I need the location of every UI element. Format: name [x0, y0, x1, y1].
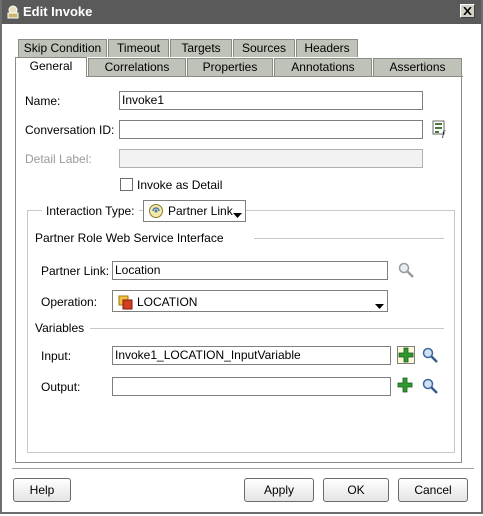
interaction-type-label: Interaction Type:	[42, 204, 139, 218]
search-icon[interactable]	[421, 377, 439, 395]
title-bar[interactable]: Edit Invoke	[2, 0, 481, 24]
edit-invoke-dialog: Edit Invoke Skip Condition Timeout Targe…	[0, 0, 483, 514]
detail-label-label: Detail Label:	[25, 152, 92, 166]
tab-label: Properties	[202, 60, 258, 74]
operation-value: LOCATION	[137, 295, 198, 309]
partner-link-label: Partner Link:	[41, 264, 110, 278]
tab-headers[interactable]: Headers	[296, 39, 358, 57]
variables-section-title: Variables	[35, 321, 85, 335]
tab-label: Annotations	[291, 60, 355, 74]
interaction-type-dropdown[interactable]: Partner Link	[143, 200, 246, 222]
operation-dropdown[interactable]: LOCATION	[112, 290, 388, 312]
plus-icon	[398, 347, 414, 363]
tab-label: General	[29, 59, 73, 73]
help-button[interactable]: Help	[13, 478, 71, 502]
section-divider	[90, 328, 444, 329]
tab-targets[interactable]: Targets	[170, 39, 232, 57]
tab-label: Headers	[304, 41, 350, 55]
input-label: Input:	[41, 349, 72, 363]
svg-text:f: f	[442, 129, 446, 138]
chevron-down-icon	[375, 299, 384, 313]
partner-link-field[interactable]: Location	[112, 261, 388, 280]
invoke-as-detail-checkbox[interactable]	[120, 178, 133, 191]
ok-button[interactable]: OK	[323, 478, 389, 502]
close-button[interactable]	[460, 4, 475, 18]
operation-label: Operation:	[41, 295, 98, 309]
close-icon	[463, 7, 472, 15]
operation-icon	[117, 294, 133, 313]
interaction-type-value: Partner Link	[168, 204, 233, 218]
add-input-variable-button[interactable]	[397, 346, 415, 364]
apply-button[interactable]: Apply	[244, 478, 314, 502]
plus-icon	[397, 377, 413, 393]
tab-sources[interactable]: Sources	[233, 39, 295, 57]
partner-role-section-title: Partner Role Web Service Interface	[35, 231, 224, 245]
tab-label: Timeout	[117, 41, 160, 55]
input-variable-field[interactable]: Invoke1_LOCATION_InputVariable	[112, 346, 391, 365]
conversation-id-field[interactable]	[119, 120, 423, 139]
tab-timeout[interactable]: Timeout	[108, 39, 169, 57]
section-divider	[254, 238, 444, 239]
add-output-variable-button[interactable]	[397, 377, 415, 395]
cancel-button[interactable]: Cancel	[398, 478, 468, 502]
tab-correlations[interactable]: Correlations	[88, 58, 186, 76]
tab-general[interactable]: General	[15, 57, 87, 77]
name-field[interactable]: Invoke1	[119, 91, 423, 110]
tab-skip-condition[interactable]: Skip Condition	[18, 39, 107, 57]
tab-label: Sources	[241, 41, 287, 55]
interaction-group	[27, 210, 455, 453]
partner-link-icon	[148, 203, 164, 222]
tab-properties[interactable]: Properties	[187, 58, 273, 76]
invoke-icon	[5, 4, 21, 20]
expression-builder-icon[interactable]: f	[432, 120, 450, 139]
footer-divider	[12, 468, 474, 469]
detail-label-field[interactable]	[119, 149, 423, 168]
tab-annotations[interactable]: Annotations	[274, 58, 372, 76]
search-icon[interactable]	[421, 346, 439, 364]
name-label: Name:	[25, 94, 61, 108]
chevron-down-icon	[233, 208, 242, 222]
invoke-as-detail-label: Invoke as Detail	[137, 178, 223, 192]
dialog-title: Edit Invoke	[23, 4, 93, 19]
search-icon[interactable]	[397, 261, 415, 279]
output-variable-field[interactable]	[112, 377, 391, 396]
output-label: Output:	[41, 380, 81, 394]
tab-label: Skip Condition	[23, 41, 102, 55]
tab-label: Correlations	[104, 60, 170, 74]
tab-label: Assertions	[389, 60, 446, 74]
tab-label: Targets	[181, 41, 221, 55]
conversation-id-label: Conversation ID:	[25, 123, 115, 137]
tab-assertions[interactable]: Assertions	[373, 58, 462, 76]
